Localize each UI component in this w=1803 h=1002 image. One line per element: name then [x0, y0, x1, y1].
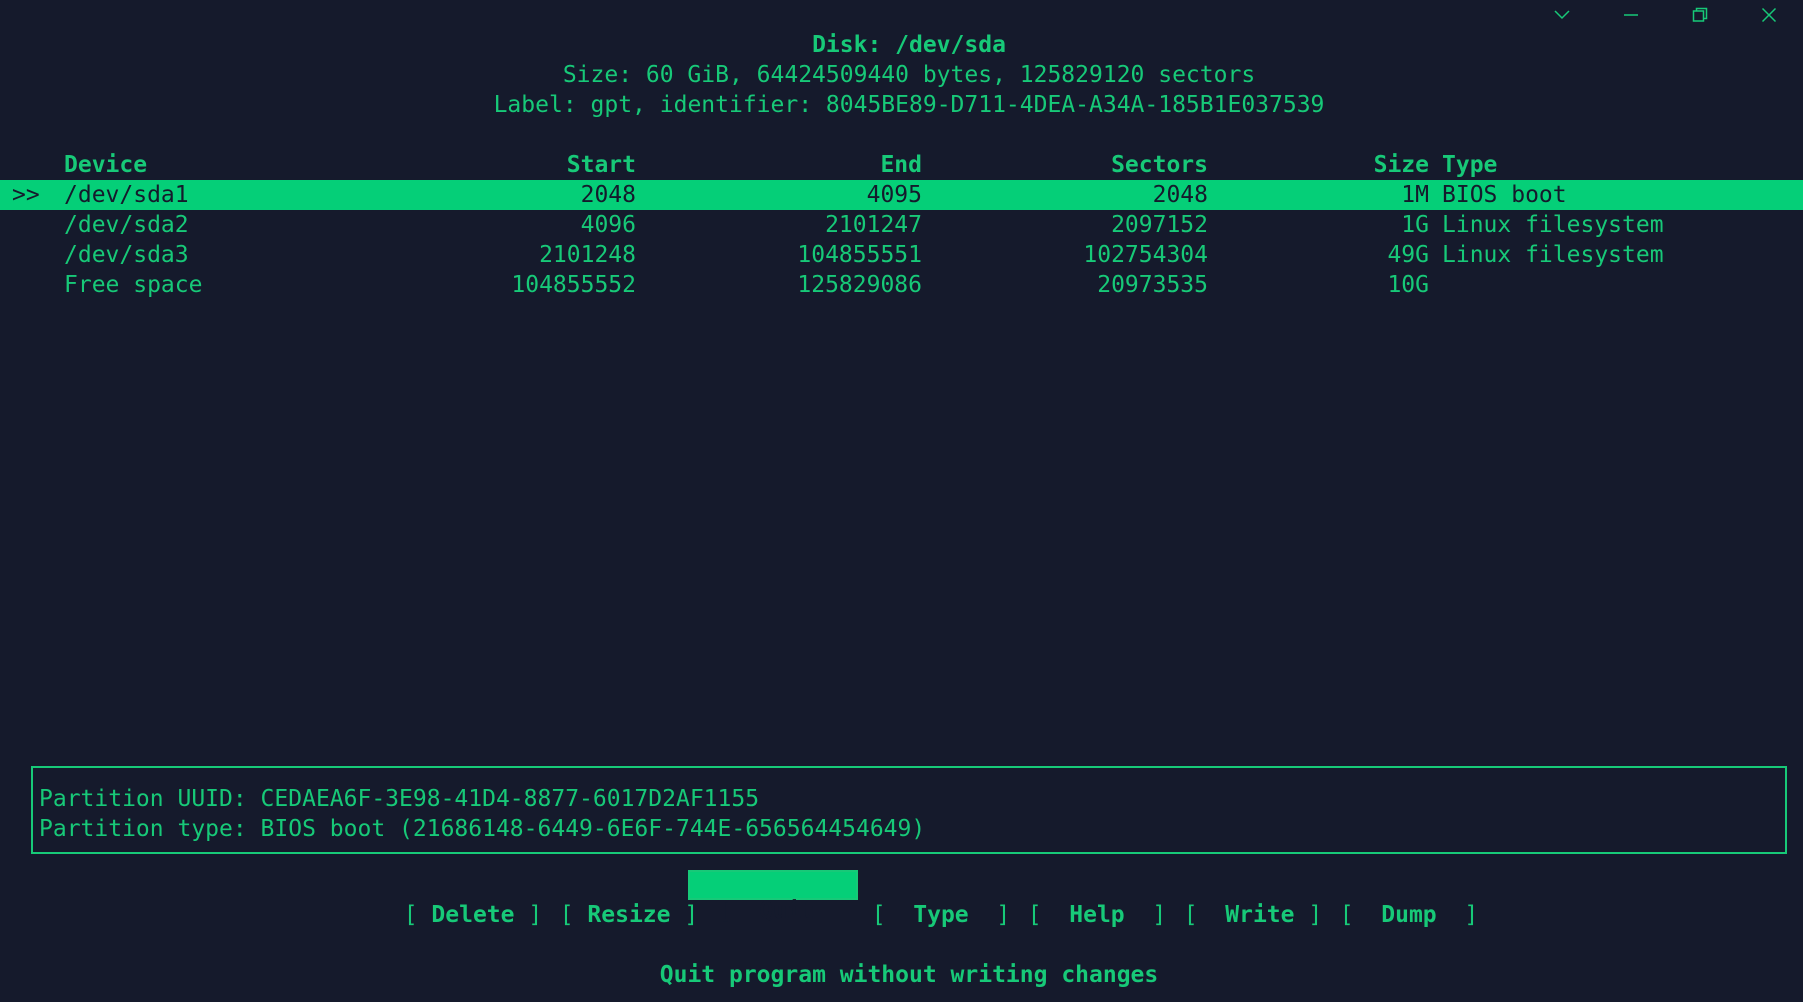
column-header-size: Size: [1373, 152, 1429, 178]
cell-start: 4096: [580, 212, 636, 238]
cell-device: /dev/sda2: [64, 212, 189, 238]
cell-device: /dev/sda1: [64, 182, 189, 208]
minimize-button[interactable]: [1596, 0, 1665, 30]
selection-pointer: >>: [12, 182, 40, 208]
resize-button[interactable]: [ Resize ]: [532, 870, 699, 928]
disk-label: Label: gpt, identifier: 8045BE89-D711-4D…: [493, 92, 1325, 118]
close-icon: [1761, 7, 1776, 23]
cell-sectors: 2048: [1152, 182, 1208, 208]
cell-start: 2048: [580, 182, 636, 208]
cell-end: 4095: [866, 182, 922, 208]
help-button[interactable]: [ Help ]: [1000, 870, 1166, 928]
cell-size: 1G: [1401, 212, 1429, 238]
partition-uuid: Partition UUID: CEDAEA6F-3E98-41D4-8877-…: [39, 786, 760, 812]
cell-end: 104855551: [797, 242, 922, 268]
cell-size: 49G: [1387, 242, 1429, 268]
cell-start: 104855552: [511, 272, 636, 298]
cell-end: 2101247: [825, 212, 922, 238]
close-button[interactable]: [1734, 0, 1803, 30]
column-header-type: Type: [1442, 152, 1498, 178]
column-header-end: End: [880, 152, 922, 178]
free-space-row[interactable]: Free space 104855552 125829086 20973535 …: [0, 270, 1803, 300]
cell-sectors: 20973535: [1097, 272, 1208, 298]
cell-sectors: 102754304: [1083, 242, 1208, 268]
cell-size: 10G: [1387, 272, 1429, 298]
cell-sectors: 2097152: [1111, 212, 1208, 238]
type-button[interactable]: [ Type ]: [844, 870, 1010, 928]
action-description: Quit program without writing changes: [659, 962, 1159, 988]
cell-type: Linux filesystem: [1442, 212, 1664, 238]
partition-info-box: Partition UUID: CEDAEA6F-3E98-41D4-8877-…: [31, 766, 1787, 854]
chevron-down-icon: [1553, 10, 1570, 20]
restore-icon: [1692, 7, 1707, 22]
minimize-icon: [1623, 14, 1638, 16]
delete-button[interactable]: [ Delete ]: [376, 870, 543, 928]
column-header-sectors: Sectors: [1111, 152, 1208, 178]
cell-device: /dev/sda3: [64, 242, 189, 268]
table-header: Device Start End Sectors Size Type: [0, 150, 1803, 180]
chevron-down-button[interactable]: [1527, 0, 1596, 30]
partition-row-sda1[interactable]: >> /dev/sda1 2048 4095 2048 1M BIOS boot: [0, 180, 1803, 210]
cell-type: BIOS boot: [1442, 182, 1567, 208]
quit-button[interactable]: [ Quit ]: [688, 870, 859, 924]
column-header-device: Device: [64, 152, 148, 178]
dump-button[interactable]: [ Dump ]: [1312, 870, 1478, 928]
cell-type: Linux filesystem: [1442, 242, 1664, 268]
cell-end: 125829086: [797, 272, 922, 298]
partition-type: Partition type: BIOS boot (21686148-6449…: [39, 816, 926, 842]
column-header-start: Start: [566, 152, 636, 178]
window-controls: [1527, 0, 1803, 30]
restore-button[interactable]: [1665, 0, 1734, 30]
partition-row-sda3[interactable]: /dev/sda3 2101248 104855551 102754304 49…: [0, 240, 1803, 270]
cell-start: 2101248: [539, 242, 636, 268]
cell-size: 1M: [1401, 182, 1429, 208]
disk-size: Size: 60 GiB, 64424509440 bytes, 1258291…: [562, 62, 1256, 88]
partition-row-sda2[interactable]: /dev/sda2 4096 2101247 2097152 1G Linux …: [0, 210, 1803, 240]
write-button[interactable]: [ Write ]: [1156, 870, 1323, 928]
cell-device: Free space: [64, 272, 203, 298]
disk-title: Disk: /dev/sda: [812, 32, 1006, 58]
